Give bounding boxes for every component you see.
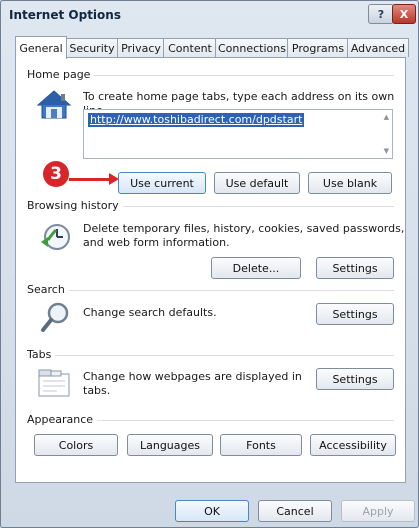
tab-advanced[interactable]: Advanced: [347, 38, 409, 57]
search-divider: [26, 290, 394, 291]
home-page-url-field[interactable]: http://www.toshibadirect.com/dpdstart ▲ …: [83, 109, 393, 159]
tab-security[interactable]: Security: [65, 38, 119, 57]
tabs-heading: Tabs: [27, 348, 56, 361]
annotation-arrow-head-icon: [109, 173, 119, 185]
search-heading: Search: [27, 283, 69, 296]
search-settings-button[interactable]: Settings: [316, 303, 394, 325]
search-description: Change search defaults.: [83, 306, 217, 319]
scroll-down-icon[interactable]: ▼: [384, 147, 389, 155]
help-icon: ?: [377, 7, 385, 21]
colors-button[interactable]: Colors: [34, 434, 118, 456]
history-settings-button[interactable]: Settings: [316, 257, 394, 279]
tab-privacy[interactable]: Privacy: [117, 38, 165, 57]
browsing-history-description-line2: and web form information.: [83, 236, 230, 249]
internet-options-window: Internet Options ? X General Security Pr…: [0, 0, 419, 528]
delete-history-button[interactable]: Delete...: [211, 257, 301, 279]
tabs-description-line2: tabs.: [83, 384, 111, 397]
tabs-divider: [26, 355, 394, 356]
title-bar[interactable]: Internet Options ? X: [1, 1, 418, 31]
tab-programs[interactable]: Programs: [287, 38, 349, 57]
fonts-button[interactable]: Fonts: [220, 434, 302, 456]
close-icon: X: [399, 7, 409, 21]
tab-content[interactable]: Content: [163, 38, 217, 57]
browsing-history-heading: Browsing history: [27, 199, 123, 212]
history-clock-icon: [41, 224, 70, 250]
general-tab-panel: Home page To create home page tabs, type…: [15, 57, 406, 483]
languages-button[interactable]: Languages: [127, 434, 213, 456]
home-page-heading: Home page: [27, 68, 95, 81]
scroll-up-icon[interactable]: ▲: [384, 113, 389, 121]
tabs-description-line1: Change how webpages are displayed in: [83, 370, 302, 383]
ok-button[interactable]: OK: [175, 500, 249, 522]
tabs-settings-button[interactable]: Settings: [316, 368, 394, 390]
use-blank-button[interactable]: Use blank: [308, 172, 392, 194]
magnifier-icon: [41, 302, 69, 332]
accessibility-button[interactable]: Accessibility: [310, 434, 396, 456]
help-button[interactable]: ?: [368, 4, 394, 24]
home-page-url-text: http://www.toshibadirect.com/dpdstart: [88, 113, 305, 127]
use-default-button[interactable]: Use default: [214, 172, 300, 194]
cancel-button[interactable]: Cancel: [258, 500, 332, 522]
window-title: Internet Options: [9, 8, 121, 22]
apply-button[interactable]: Apply: [341, 500, 415, 522]
close-button[interactable]: X: [392, 4, 416, 24]
tabs-icon: [38, 369, 70, 397]
appearance-heading: Appearance: [27, 413, 98, 426]
tab-connections[interactable]: Connections: [215, 38, 289, 57]
use-current-button[interactable]: Use current: [118, 172, 206, 194]
step-number-badge: 3: [43, 161, 69, 187]
tab-general[interactable]: General: [15, 36, 67, 59]
house-icon: [36, 90, 72, 119]
browsing-history-description-line1: Delete temporary files, history, cookies…: [83, 222, 405, 235]
annotation-arrow: [69, 178, 113, 181]
